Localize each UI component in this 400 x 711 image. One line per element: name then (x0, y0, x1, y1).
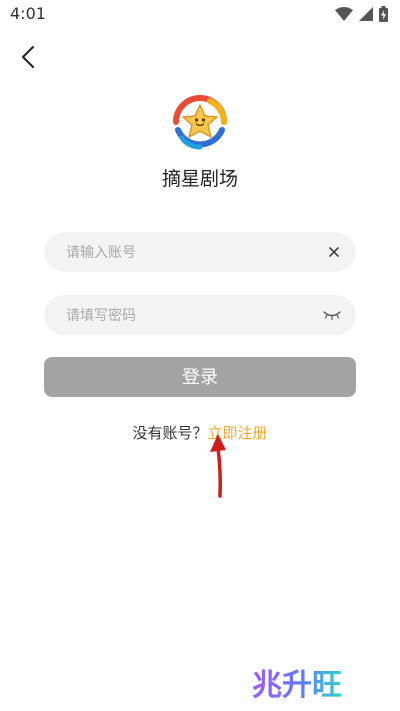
red-arrow-up-icon (210, 434, 226, 498)
password-visibility-toggle[interactable] (322, 305, 342, 325)
watermark-text: 兆升旺 (252, 668, 342, 703)
account-input[interactable] (64, 232, 318, 274)
eye-closed-icon (323, 311, 341, 320)
status-icons (335, 6, 388, 22)
battery-charging-icon (379, 6, 388, 22)
register-prompt: 没有账号？ (132, 424, 208, 442)
status-bar: 4:01 (0, 0, 400, 28)
clear-account-button[interactable] (324, 242, 344, 262)
app-logo (173, 95, 227, 150)
back-button[interactable] (14, 42, 42, 72)
wifi-icon (335, 7, 353, 21)
register-row: 没有账号？立即注册 (0, 422, 400, 443)
account-field[interactable] (44, 232, 356, 274)
app-name: 摘星剧场 (161, 168, 238, 190)
watermark-logo: 兆升旺 (252, 668, 342, 703)
status-time: 4:01 (10, 4, 46, 23)
chevron-left-icon (22, 46, 34, 68)
password-input[interactable] (64, 295, 318, 337)
login-button[interactable]: 登录 (44, 357, 356, 397)
close-icon (329, 247, 339, 257)
cellular-signal-icon (359, 7, 373, 21)
password-field[interactable] (44, 295, 356, 337)
